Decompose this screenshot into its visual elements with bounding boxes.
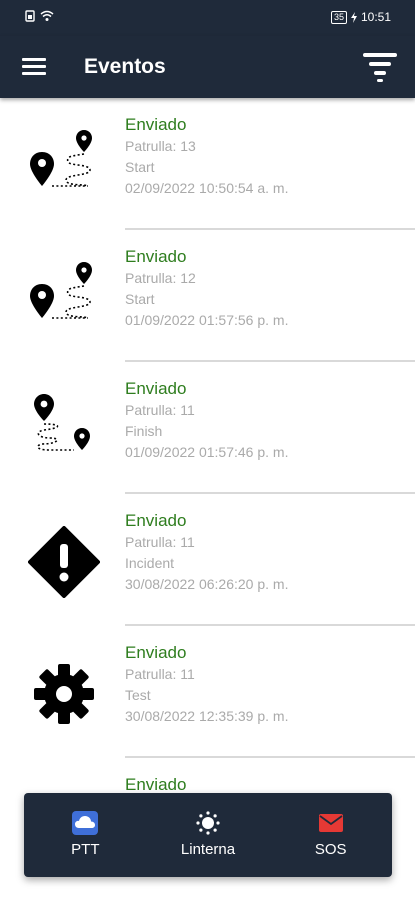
- sos-button[interactable]: SOS: [269, 793, 392, 877]
- flashlight-button[interactable]: Linterna: [147, 793, 270, 877]
- wifi-icon: [40, 10, 54, 21]
- event-text: Enviado Patrulla: 11 Test 30/08/2022 12:…: [125, 642, 415, 727]
- event-datetime: 30/08/2022 06:26:20 p. m.: [125, 576, 289, 592]
- system-status-bar: 35 10:51: [0, 0, 415, 36]
- event-status: Enviado: [125, 643, 187, 662]
- event-status: Enviado: [125, 379, 187, 398]
- event-status: Enviado: [125, 511, 187, 530]
- filter-icon[interactable]: [363, 51, 397, 83]
- clock: 10:51: [360, 10, 391, 24]
- event-list-item[interactable]: Enviado Patrulla: 11 Test 30/08/2022 12:…: [0, 626, 415, 758]
- event-list-item[interactable]: Enviado Patrulla: 11 Incident 30/08/2022…: [0, 494, 415, 626]
- event-type: Test: [125, 687, 151, 703]
- event-datetime: 01/09/2022 01:57:46 p. m.: [125, 444, 289, 460]
- event-text: Enviado Patrulla: 11 Incident 30/08/2022…: [125, 510, 415, 595]
- event-type: Finish: [125, 423, 163, 439]
- event-datetime: 01/09/2022 01:57:56 p. m.: [125, 312, 289, 328]
- status-right: 35 10:51: [330, 10, 391, 24]
- battery-level: 35: [330, 10, 347, 24]
- event-status: Enviado: [125, 115, 187, 134]
- event-type: Start: [125, 159, 155, 175]
- event-datetime: 02/09/2022 10:50:54 a. m.: [125, 180, 289, 196]
- gear-icon: [22, 652, 106, 736]
- event-text: Enviado Patrulla: 11 Finish 01/09/2022 0…: [125, 378, 415, 463]
- event-datetime: 30/08/2022 12:35:39 p. m.: [125, 708, 289, 724]
- route-start-icon: [22, 124, 106, 208]
- envelope-icon: [318, 814, 343, 832]
- event-status: Enviado: [125, 247, 187, 266]
- events-list[interactable]: Enviado Patrulla: 13 Start 02/09/2022 10…: [0, 98, 415, 900]
- hamburger-menu-icon[interactable]: [22, 56, 46, 76]
- event-list-item[interactable]: Enviado Patrulla: 11 Finish 01/09/2022 0…: [0, 362, 415, 494]
- sun-icon: [196, 811, 220, 835]
- event-patrol: Patrulla: 11: [125, 534, 195, 550]
- bottom-action-bar: PTT Linterna SOS: [24, 793, 392, 877]
- event-type: Start: [125, 291, 155, 307]
- event-text: Enviado Patrulla: 12 Start 01/09/2022 01…: [125, 246, 415, 331]
- event-patrol: Patrulla: 11: [125, 666, 195, 682]
- event-patrol: Patrulla: 11: [125, 402, 195, 418]
- event-list-item[interactable]: Enviado Patrulla: 13 Start 02/09/2022 10…: [0, 98, 415, 230]
- ptt-label: PTT: [71, 841, 100, 858]
- event-list-item[interactable]: Enviado Patrulla: 12 Start 01/09/2022 01…: [0, 230, 415, 362]
- route-finish-icon: [22, 388, 106, 472]
- sos-label: SOS: [314, 841, 347, 858]
- cloud-icon: [72, 811, 99, 835]
- incident-warning-icon: [22, 520, 106, 604]
- charging-icon: [350, 11, 357, 23]
- ptt-button[interactable]: PTT: [24, 793, 147, 877]
- status-left-icons: [24, 10, 54, 22]
- sim-icon: [25, 10, 35, 22]
- flashlight-label: Linterna: [180, 841, 236, 858]
- event-type: Incident: [125, 555, 175, 571]
- route-start-icon: [22, 256, 106, 340]
- app-bar: Eventos: [0, 36, 415, 98]
- event-text: Enviado Patrulla: 13 Start 02/09/2022 10…: [125, 114, 415, 199]
- page-title: Eventos: [84, 55, 166, 78]
- event-patrol: Patrulla: 12: [125, 270, 196, 286]
- event-patrol: Patrulla: 13: [125, 138, 196, 154]
